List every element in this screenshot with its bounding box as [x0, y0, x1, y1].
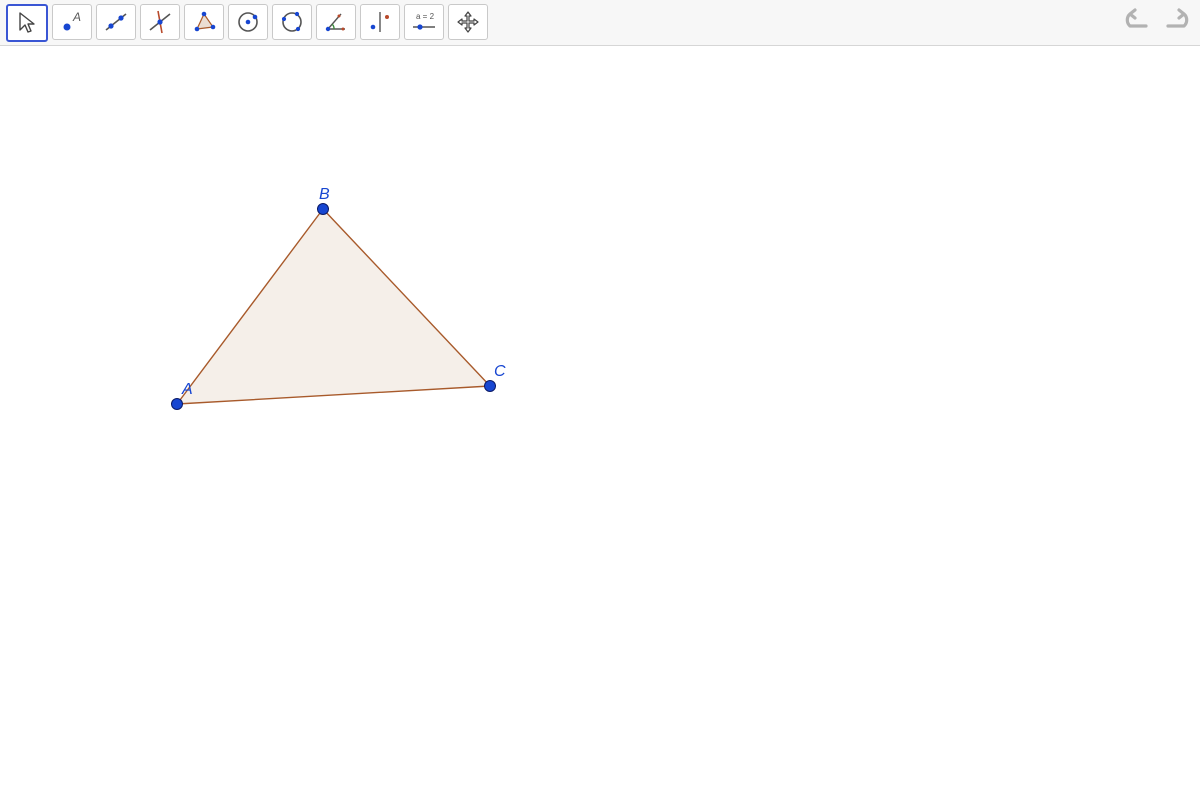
label-a: A [181, 381, 193, 398]
conic-icon [279, 9, 305, 35]
undo-icon [1123, 8, 1153, 37]
toolbar: A [0, 0, 1200, 46]
circle-icon [235, 9, 261, 35]
polygon-abc[interactable] [177, 209, 490, 404]
point-b[interactable] [318, 204, 329, 215]
perpendicular-icon [147, 9, 173, 35]
move-arrows-icon [455, 9, 481, 35]
svg-text:a = 2: a = 2 [416, 12, 435, 21]
tool-polygon[interactable] [184, 4, 224, 40]
angle-icon [323, 9, 349, 35]
undo-button[interactable] [1120, 6, 1156, 40]
point-c[interactable] [485, 381, 496, 392]
label-c: C [494, 363, 506, 380]
history-controls [1120, 0, 1194, 45]
geometry-layer: A B C [0, 46, 1200, 800]
tool-circle[interactable] [228, 4, 268, 40]
tool-line[interactable] [96, 4, 136, 40]
point-a[interactable] [172, 399, 183, 410]
tool-angle[interactable] [316, 4, 356, 40]
slider-icon: a = 2 [407, 9, 441, 35]
graphics-canvas[interactable]: A B C [0, 46, 1200, 800]
redo-icon [1161, 8, 1191, 37]
tool-point[interactable]: A [52, 4, 92, 40]
tool-move[interactable] [6, 4, 48, 42]
tool-group: A [6, 4, 488, 42]
tool-move-view[interactable] [448, 4, 488, 40]
label-b: B [319, 186, 330, 203]
svg-text:A: A [72, 10, 81, 24]
line-icon [103, 9, 129, 35]
tool-reflect[interactable] [360, 4, 400, 40]
redo-button[interactable] [1158, 6, 1194, 40]
reflect-icon [367, 9, 393, 35]
polygon-icon [191, 9, 217, 35]
tool-perpendicular-line[interactable] [140, 4, 180, 40]
tool-conic[interactable] [272, 4, 312, 40]
point-icon: A [59, 9, 85, 35]
cursor-icon [14, 10, 40, 36]
tool-slider[interactable]: a = 2 [404, 4, 444, 40]
